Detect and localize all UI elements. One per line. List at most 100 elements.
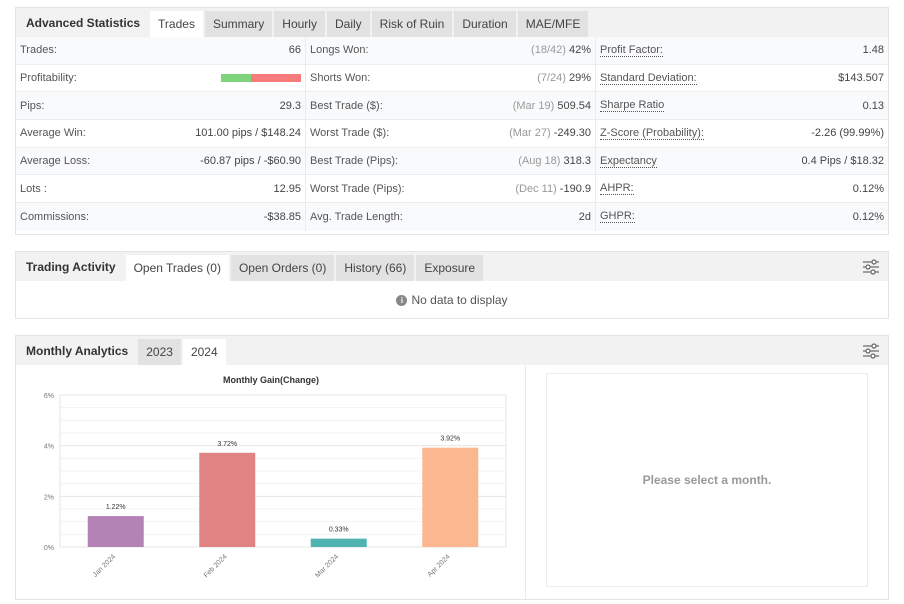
stat-value: $143.507 (838, 72, 884, 84)
stat-value: 29.3 (280, 100, 301, 112)
stat-label[interactable]: Expectancy (600, 155, 657, 168)
empty-state: i No data to display (16, 281, 888, 319)
stat-row: Expectancy 0.4 Pips / $18.32 (596, 147, 888, 176)
stat-value-text: 1.48 (862, 44, 884, 57)
stat-row: Lots : 12.95 (16, 175, 305, 204)
activity-tab-open-trades-0[interactable]: Open Trades (0) (125, 255, 229, 281)
data-label: 3.92% (440, 436, 460, 443)
stat-value-text: 101.00 pips / $148.24 (195, 127, 301, 140)
sliders-icon[interactable] (862, 342, 880, 360)
empty-message: No data to display (411, 293, 508, 307)
stats-column-1: Trades: 66 Profitability: Pips: 29.3 Average … (16, 37, 306, 231)
stats-tab-summary[interactable]: Summary (204, 11, 273, 37)
stat-row: Commissions: -$38.85 (16, 203, 305, 231)
stat-label[interactable]: Z-Score (Probability): (600, 127, 704, 140)
bar-mar-2024[interactable] (310, 538, 367, 547)
x-tick-label: Mar 2024 (314, 553, 340, 579)
advanced-statistics-header: Advanced Statistics Trades Summary Hourly D… (16, 8, 888, 37)
stat-value-text: -2.26 (99.99%) (811, 127, 884, 140)
activity-tab-history-66[interactable]: History (66) (336, 255, 415, 281)
stat-value: 0.13 (863, 100, 884, 112)
stat-row: Standard Deviation: $143.507 (596, 65, 888, 93)
stat-label: Profitability: (20, 72, 77, 85)
stat-label: Commissions: (20, 210, 90, 223)
bar-feb-2024[interactable] (199, 452, 256, 547)
trading-activity-panel: Trading Activity Open Trades (0) Open Ord… (15, 251, 889, 319)
stats-tab-daily[interactable]: Daily (326, 11, 370, 37)
stat-value: -60.87 pips / -$60.90 (200, 155, 301, 167)
month-detail-area: Please select a month. (526, 365, 888, 599)
sliders-icon[interactable] (862, 258, 880, 276)
monthly-gain-chart-area: Monthly Gain(Change) 1.22% 3.72% 0.33% 3.92… (16, 365, 526, 599)
chart-title: Monthly Gain(Change) (223, 375, 319, 385)
year-tab-2024[interactable]: 2024 (182, 339, 226, 365)
stats-tab-duration[interactable]: Duration (454, 11, 516, 37)
stat-label: Worst Trade (Pips): (310, 182, 405, 195)
stat-value-text: 29.3 (279, 99, 301, 112)
stat-value: 101.00 pips / $148.24 (195, 127, 301, 139)
stat-value: 1.48 (863, 44, 884, 56)
stats-tab-risk-of-ruin[interactable]: Risk of Ruin (371, 11, 453, 37)
y-tick-label: 6% (44, 393, 54, 400)
activity-tab-exposure[interactable]: Exposure (416, 255, 484, 281)
stat-value-text: -$38.85 (263, 210, 301, 223)
stat-row: Pips: 29.3 (16, 92, 305, 121)
stat-label[interactable]: Sharpe Ratio (600, 99, 665, 113)
stat-value: (Aug 18) 318.3 (518, 155, 591, 167)
stat-row: Longs Won: (18/42) 42% (306, 37, 595, 65)
stat-note: (Mar 19) (512, 99, 555, 112)
stat-value: 66 (289, 44, 301, 56)
stat-label[interactable]: AHPR: (600, 182, 634, 196)
info-icon: i (396, 294, 408, 306)
stats-tab-mae-mfe[interactable]: MAE/MFE (517, 11, 589, 37)
stat-label: Longs Won: (310, 44, 369, 57)
stats-column-3: Profit Factor: 1.48 Standard Deviation: $14… (596, 37, 888, 231)
stat-label: Avg. Trade Length: (310, 210, 403, 223)
stat-value: (Dec 11) -190.9 (515, 183, 591, 195)
stat-value: (18/42) 42% (531, 44, 591, 56)
stat-value: 0.4 Pips / $18.32 (801, 155, 884, 167)
monthly-gain-chart: Monthly Gain(Change) 1.22% 3.72% 0.33% 3.92… (44, 375, 507, 579)
profitability-bar (221, 74, 301, 83)
stat-label[interactable]: GHPR: (600, 210, 635, 224)
activity-tab-open-orders-0[interactable]: Open Orders (0) (230, 255, 335, 281)
stat-value: 2d (579, 211, 591, 223)
monthly-analytics-header: Monthly Analytics 2023 2024 (16, 336, 888, 365)
stat-value: 12.95 (273, 183, 301, 195)
stat-value-text: 66 (288, 44, 301, 57)
x-tick-label: Apr 2024 (427, 553, 452, 578)
stat-label: Best Trade ($): (310, 99, 383, 112)
stat-label[interactable]: Profit Factor: (600, 44, 663, 57)
stat-value-text: 2d (578, 210, 591, 223)
stats-tab-trades[interactable]: Trades (150, 11, 203, 37)
stat-value-text: 12.95 (273, 182, 301, 195)
stat-row: Trades: 66 (16, 37, 305, 65)
stat-row: Sharpe Ratio 0.13 (596, 92, 888, 121)
stat-label: Lots : (20, 182, 47, 195)
stats-tab-hourly[interactable]: Hourly (274, 11, 325, 37)
stat-label[interactable]: Standard Deviation: (600, 72, 697, 85)
stat-note: (7/24) (537, 72, 566, 85)
stat-value: (Mar 19) 509.54 (513, 100, 591, 112)
bar-apr-2024[interactable] (422, 447, 479, 547)
year-tab-2023[interactable]: 2023 (138, 339, 181, 365)
stat-value-text: 0.12% (852, 210, 884, 223)
stat-value-text: 0.13 (862, 99, 884, 112)
advanced-statistics-title: Advanced Statistics (26, 15, 141, 30)
stat-value-text: $143.507 (838, 72, 884, 85)
stat-label: Pips: (20, 99, 45, 112)
monthly-analytics-panel: Monthly Analytics 2023 2024 Monthly Gain(… (15, 335, 889, 600)
stat-row: Shorts Won: (7/24) 29% (306, 65, 595, 93)
stat-label: Best Trade (Pips): (310, 155, 399, 168)
stat-value-text: 509.54 (557, 99, 591, 112)
stat-value-text: 318.3 (563, 155, 591, 168)
stat-value: -2.26 (99.99%) (811, 127, 884, 139)
stat-row: Profit Factor: 1.48 (596, 37, 888, 65)
data-label: 1.22% (106, 504, 126, 511)
x-tick-label: Feb 2024 (203, 553, 229, 579)
stat-row: Avg. Trade Length: 2d (306, 203, 595, 231)
stat-value-text: 0.12% (852, 182, 884, 195)
bar-jan-2024[interactable] (87, 516, 144, 547)
stat-label: Trades: (20, 44, 57, 57)
stat-row: Best Trade (Pips): (Aug 18) 318.3 (306, 147, 595, 176)
